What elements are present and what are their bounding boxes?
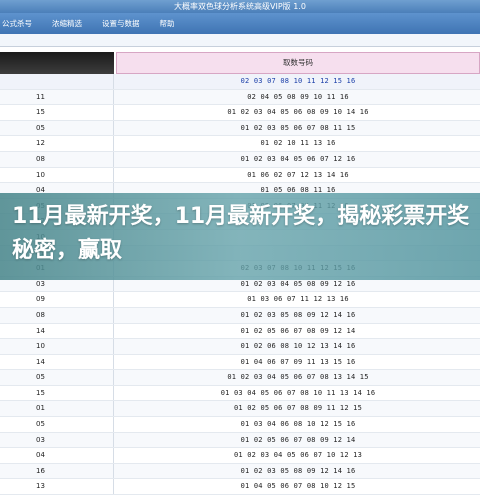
red-ball-value: 05 xyxy=(36,373,45,382)
table-cell-left xyxy=(0,463,114,479)
table-cell-left xyxy=(0,105,114,120)
menu-item-condensed-select[interactable]: 浓缩精选 xyxy=(46,18,88,29)
table-cell-left xyxy=(0,432,114,448)
number-list-cell: 01 02 03 05 06 07 08 11 15 xyxy=(240,123,356,132)
red-ball-value: 14 xyxy=(36,357,45,366)
table-cell-left xyxy=(0,479,114,495)
table-row[interactable]: 01 01 02 05 06 07 08 09 11 12 15 xyxy=(0,401,480,418)
table-row[interactable]: 13 01 04 05 06 07 08 10 12 15 xyxy=(0,479,480,495)
number-list-cell: 01 02 10 11 13 16 xyxy=(260,139,336,148)
table-row[interactable]: 10 01 06 02 07 12 13 14 16 xyxy=(0,167,480,184)
table-row[interactable]: 15 01 03 04 05 06 07 08 10 11 13 14 16 xyxy=(0,385,480,402)
number-list-cell: 02 03 07 08 10 11 12 15 16 xyxy=(240,77,356,85)
red-ball-value: 08 xyxy=(36,310,45,319)
window-title-bar: 大概率双色球分析系统高级VIP版 1.0 xyxy=(0,0,480,13)
table-row[interactable]: 08 01 02 03 04 05 06 07 12 16 xyxy=(0,151,480,168)
menu-item-formula-kill[interactable]: 公式杀号 xyxy=(0,18,38,29)
table-row[interactable]: 09 01 03 06 07 11 12 13 16 xyxy=(0,292,480,308)
table-row[interactable]: 05 01 02 03 05 06 07 08 11 15 xyxy=(0,120,480,137)
red-ball-value: 01 xyxy=(36,404,45,413)
window-title: 大概率双色球分析系统高级VIP版 1.0 xyxy=(174,2,306,11)
red-ball-value: 15 xyxy=(36,388,45,397)
red-ball-value: 15 xyxy=(36,108,45,117)
table-row[interactable]: 02 03 07 08 10 11 12 15 16 xyxy=(0,74,480,90)
red-ball-value: 09 xyxy=(36,295,45,304)
red-ball-value: 11 xyxy=(36,92,45,101)
table-cell-left xyxy=(0,417,114,432)
number-list-cell: 01 02 03 04 05 06 07 12 16 xyxy=(240,154,356,163)
table-cell-left xyxy=(0,385,114,401)
toolbar-spacer xyxy=(0,34,480,46)
table-row[interactable]: 11 02 04 05 08 09 10 11 16 xyxy=(0,89,480,106)
red-ball-value: 10 xyxy=(36,342,45,351)
table-header-left-column[interactable] xyxy=(0,52,114,74)
table-cell-left xyxy=(0,354,114,370)
red-ball-value: 14 xyxy=(36,326,45,335)
menu-bar: 公式杀号 浓缩精选 设置与数据 帮助 xyxy=(0,13,480,34)
number-list-cell: 01 04 05 06 07 08 10 12 15 xyxy=(240,482,356,491)
number-list-cell: 01 02 03 05 08 09 12 14 16 xyxy=(240,310,356,319)
number-list-cell: 01 02 05 06 07 08 09 12 14 xyxy=(240,326,356,335)
table-header-numbers-column[interactable]: 取数号码 xyxy=(116,52,480,74)
red-ball-value: 04 xyxy=(36,451,45,460)
number-list-cell: 02 04 05 08 09 10 11 16 xyxy=(247,92,349,101)
table-cell-left xyxy=(0,323,114,339)
table-row[interactable]: 05 01 03 04 06 08 10 12 15 16 xyxy=(0,417,480,433)
red-ball-value: 13 xyxy=(36,482,45,491)
red-ball-value: 08 xyxy=(36,154,45,163)
table-cell-left xyxy=(0,307,114,323)
headline-text: 11月最新开奖，11月最新开奖，揭秘彩票开奖秘密，赢取 xyxy=(12,204,470,263)
table-row[interactable]: 05 01 02 03 04 05 06 07 08 13 14 15 xyxy=(0,370,480,386)
red-ball-value: 05 xyxy=(36,420,45,429)
number-list-cell: 01 02 03 04 05 06 08 09 10 14 16 xyxy=(227,108,369,117)
number-list-cell: 01 02 05 06 07 08 09 11 12 15 xyxy=(233,404,363,413)
menu-item-help[interactable]: 帮助 xyxy=(154,18,181,29)
number-list-cell: 01 06 02 07 12 13 14 16 xyxy=(247,170,349,179)
table-cell-left xyxy=(0,370,114,385)
number-list-cell: 01 03 06 07 11 12 13 16 xyxy=(247,295,349,304)
table-row[interactable]: 10 01 02 06 08 10 12 13 14 16 xyxy=(0,339,480,355)
table-row[interactable]: 14 01 04 06 07 09 11 13 15 16 xyxy=(0,354,480,371)
number-list-cell: 01 02 03 04 05 06 07 10 12 13 xyxy=(233,451,363,460)
red-ball-value: 10 xyxy=(36,170,45,179)
table-row[interactable]: 04 01 02 03 04 05 06 07 10 12 13 xyxy=(0,448,480,464)
table-row[interactable]: 14 01 02 05 06 07 08 09 12 14 xyxy=(0,323,480,340)
table-header: 取数号码 xyxy=(0,52,480,74)
table-cell-left xyxy=(0,136,114,151)
table-cell-left xyxy=(0,89,114,105)
table-body: 02 03 07 08 10 11 12 15 16 11 02 04 05 08 … xyxy=(0,74,480,495)
table-row[interactable]: 03 01 02 05 06 07 08 09 12 14 xyxy=(0,432,480,449)
number-list-cell: 01 02 03 05 08 09 12 14 16 xyxy=(240,466,356,475)
table-cell-left xyxy=(0,151,114,167)
number-list-cell: 01 02 03 04 05 06 07 08 13 14 15 xyxy=(227,373,369,382)
table-cell-left xyxy=(0,120,114,136)
red-ball-value: 05 xyxy=(36,123,45,132)
red-ball-value: 03 xyxy=(36,435,45,444)
table-cell-left xyxy=(0,401,114,417)
table-row[interactable]: 08 01 02 03 05 08 09 12 14 16 xyxy=(0,307,480,324)
number-list-cell: 01 02 05 06 07 08 09 12 14 xyxy=(240,435,356,444)
table-cell-left xyxy=(0,292,114,307)
menu-item-settings-data[interactable]: 设置与数据 xyxy=(96,18,146,29)
headline-banner: 11月最新开奖，11月最新开奖，揭秘彩票开奖秘密，赢取 xyxy=(0,193,480,280)
table-row[interactable]: 12 01 02 10 11 13 16 xyxy=(0,136,480,152)
number-list-cell: 01 03 04 06 08 10 12 15 16 xyxy=(240,420,356,429)
table-cell-left xyxy=(0,167,114,183)
table-cell-left xyxy=(0,74,114,89)
table-row[interactable]: 15 01 02 03 04 05 06 08 09 10 14 16 xyxy=(0,105,480,121)
number-list-cell: 01 03 04 05 06 07 08 10 11 13 14 16 xyxy=(220,388,376,397)
red-ball-value: 12 xyxy=(36,139,45,148)
red-ball-value: 16 xyxy=(36,466,45,475)
table-cell-left xyxy=(0,339,114,354)
table-row[interactable]: 16 01 02 03 05 08 09 12 14 16 xyxy=(0,463,480,480)
number-list-cell: 01 02 06 08 10 12 13 14 16 xyxy=(240,342,356,351)
number-list-cell: 01 04 06 07 09 11 13 15 16 xyxy=(240,357,356,366)
table-cell-left xyxy=(0,448,114,463)
